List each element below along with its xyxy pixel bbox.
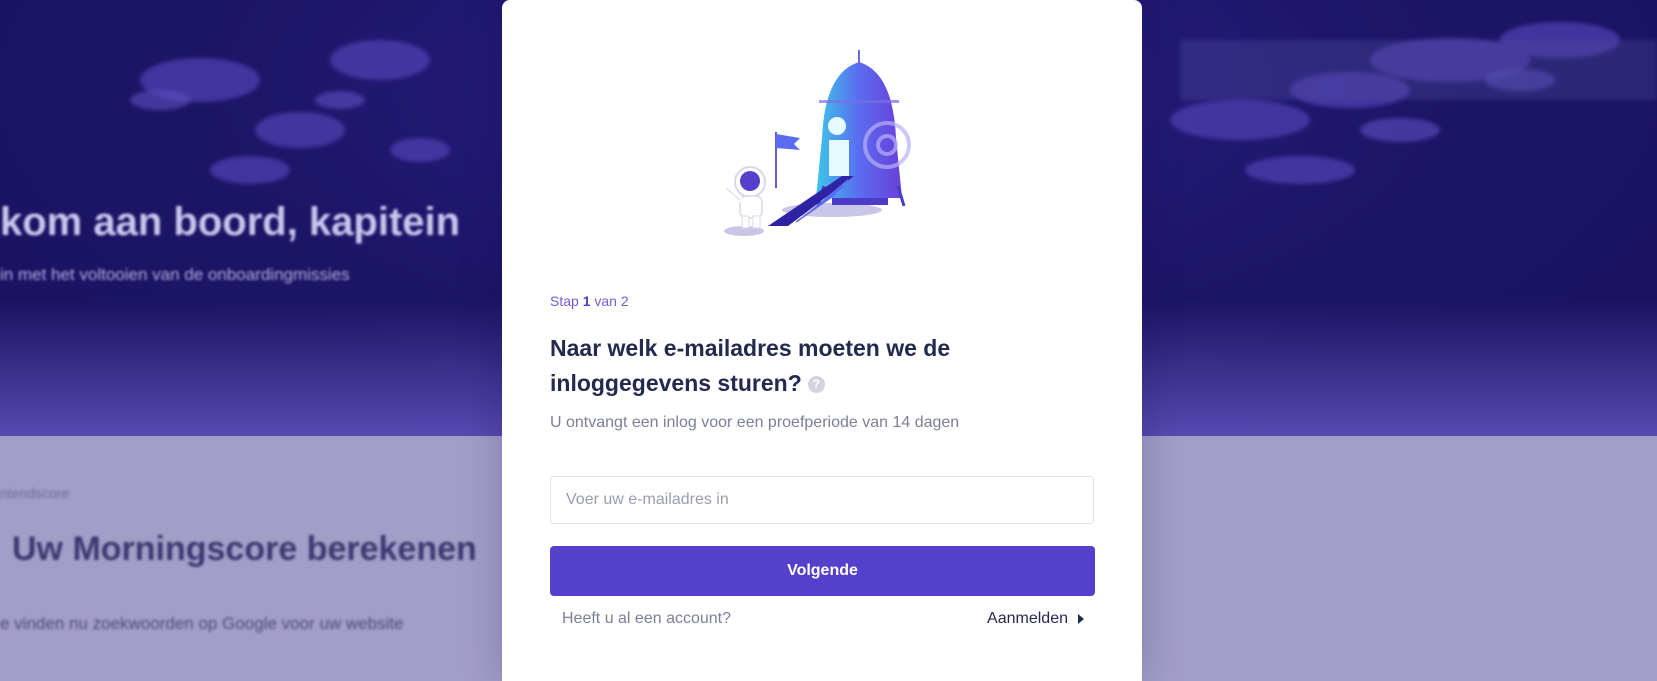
step-prefix: Stap bbox=[550, 293, 579, 309]
modal-title-text: Naar welk e-mailadres moeten we de inlog… bbox=[550, 335, 951, 396]
astronaut-rocket-illustration bbox=[723, 50, 911, 236]
account-question: Heeft u al een account? bbox=[562, 610, 732, 627]
modal-subtitle: U ontvangt een inlog voor een proefperio… bbox=[550, 414, 960, 431]
step-current: 1 bbox=[582, 293, 591, 309]
login-link[interactable]: Aanmelden bbox=[987, 610, 1084, 628]
email-input[interactable] bbox=[550, 476, 1094, 524]
background-hero-subtitle: in met het voltooien van de onboardingmi… bbox=[0, 265, 350, 284]
question-circle-icon[interactable]: ? bbox=[807, 376, 825, 394]
background-section-heading: Uw Morningscore berekenen bbox=[12, 530, 477, 568]
step-suffix: van 2 bbox=[594, 293, 629, 309]
background-section-text: e vinden nu zoekwoorden op Google voor u… bbox=[0, 614, 404, 633]
background-hero-title: kom aan boord, kapitein bbox=[0, 200, 461, 244]
step-indicator: Stap 1 van 2 bbox=[550, 293, 629, 309]
next-button[interactable]: Volgende bbox=[550, 546, 1095, 596]
login-label: Aanmelden bbox=[987, 610, 1068, 627]
signup-modal: Stap 1 van 2 Naar welk e-mailadres moete… bbox=[502, 0, 1142, 681]
modal-title: Naar welk e-mailadres moeten we de inlog… bbox=[550, 331, 1090, 401]
background-section-label: ntendscore bbox=[0, 485, 70, 501]
caret-right-icon bbox=[1078, 614, 1084, 624]
